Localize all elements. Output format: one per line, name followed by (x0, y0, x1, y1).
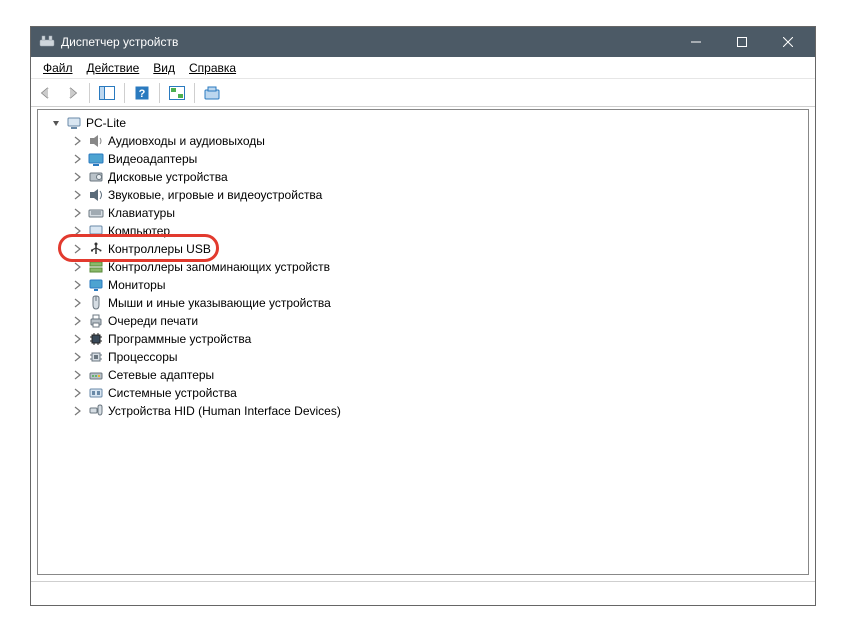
scan-hardware-button[interactable] (166, 82, 188, 104)
expand-icon[interactable] (72, 207, 84, 219)
tree-item-label: Процессоры (108, 350, 178, 364)
tree-item-label: Мониторы (108, 278, 165, 292)
tree-item[interactable]: Дисковые устройства (40, 168, 806, 186)
update-driver-button[interactable] (201, 82, 223, 104)
tree-item-label: Очереди печати (108, 314, 198, 328)
expand-icon[interactable] (72, 405, 84, 417)
mouse-icon (88, 295, 104, 311)
audio-icon (88, 133, 104, 149)
toolbar-separator (89, 83, 90, 103)
help-button[interactable]: ? (131, 82, 153, 104)
storage-icon (88, 259, 104, 275)
menu-view[interactable]: Вид (147, 59, 181, 77)
close-button[interactable] (765, 27, 811, 57)
tree-item[interactable]: Программные устройства (40, 330, 806, 348)
tree-item-label: Сетевые адаптеры (108, 368, 214, 382)
toolbar: ? (31, 79, 815, 107)
tree-item-label: Системные устройства (108, 386, 237, 400)
expand-icon[interactable] (72, 171, 84, 183)
tree-item[interactable]: Очереди печати (40, 312, 806, 330)
menu-action-label: Действие (87, 61, 140, 75)
toolbar-separator (124, 83, 125, 103)
cpu-icon (88, 349, 104, 365)
network-icon (88, 367, 104, 383)
tree-item[interactable]: Контроллеры запоминающих устройств (40, 258, 806, 276)
statusbar (31, 581, 815, 605)
expand-icon[interactable] (72, 261, 84, 273)
expand-icon[interactable] (72, 333, 84, 345)
expand-icon[interactable] (72, 189, 84, 201)
computer-icon (88, 223, 104, 239)
svg-text:?: ? (139, 88, 146, 100)
tree-item-label: Видеоадаптеры (108, 152, 197, 166)
tree-item[interactable]: Клавиатуры (40, 204, 806, 222)
monitor-icon (88, 277, 104, 293)
sound-icon (88, 187, 104, 203)
tree-item-label: Контроллеры запоминающих устройств (108, 260, 330, 274)
keyboard-icon (88, 205, 104, 221)
app-icon (39, 34, 55, 50)
expand-icon[interactable] (72, 297, 84, 309)
collapse-icon[interactable] (50, 117, 62, 129)
menu-action[interactable]: Действие (81, 59, 146, 77)
display-icon (88, 151, 104, 167)
expand-icon[interactable] (72, 315, 84, 327)
chip-icon (88, 331, 104, 347)
menubar: Файл Действие Вид Справка (31, 57, 815, 79)
minimize-button[interactable] (673, 27, 719, 57)
back-button[interactable] (35, 82, 57, 104)
tree-item-label: Компьютер (108, 224, 170, 238)
disk-icon (88, 169, 104, 185)
expand-icon[interactable] (72, 387, 84, 399)
tree-item[interactable]: Мыши и иные указывающие устройства (40, 294, 806, 312)
tree-item-label: Аудиовходы и аудиовыходы (108, 134, 265, 148)
titlebar: Диспетчер устройств (31, 27, 815, 57)
tree-item[interactable]: Звуковые, игровые и видеоустройства (40, 186, 806, 204)
forward-button[interactable] (61, 82, 83, 104)
tree-item-label: Программные устройства (108, 332, 251, 346)
hid-icon (88, 403, 104, 419)
expand-icon[interactable] (72, 351, 84, 363)
expand-icon[interactable] (72, 225, 84, 237)
tree-root-row[interactable]: PC-Lite (40, 114, 806, 132)
tree-item[interactable]: Контроллеры USB (40, 240, 806, 258)
device-tree[interactable]: PC-Lite Аудиовходы и аудиовыходы Видеоада… (37, 109, 809, 575)
show-hide-tree-button[interactable] (96, 82, 118, 104)
usb-icon (88, 241, 104, 257)
tree-item-label: Контроллеры USB (108, 242, 211, 256)
expand-icon[interactable] (72, 243, 84, 255)
computer-icon (66, 115, 82, 131)
tree-item[interactable]: Устройства HID (Human Interface Devices) (40, 402, 806, 420)
tree-item[interactable]: Видеоадаптеры (40, 150, 806, 168)
menu-file-label: Файл (43, 61, 73, 75)
tree-item-label: Клавиатуры (108, 206, 175, 220)
device-manager-window: Диспетчер устройств Файл Действие Вид Сп… (30, 26, 816, 606)
tree-item[interactable]: Аудиовходы и аудиовыходы (40, 132, 806, 150)
expand-icon[interactable] (72, 279, 84, 291)
window-title: Диспетчер устройств (61, 35, 673, 49)
tree-item[interactable]: Компьютер (40, 222, 806, 240)
tree-item-label: Звуковые, игровые и видеоустройства (108, 188, 322, 202)
toolbar-separator (194, 83, 195, 103)
tree-item[interactable]: Мониторы (40, 276, 806, 294)
expand-icon[interactable] (72, 135, 84, 147)
maximize-button[interactable] (719, 27, 765, 57)
menu-file[interactable]: Файл (37, 59, 79, 77)
expand-icon[interactable] (72, 153, 84, 165)
system-icon (88, 385, 104, 401)
toolbar-separator (159, 83, 160, 103)
menu-help-label: Справка (189, 61, 236, 75)
tree-item-label: Дисковые устройства (108, 170, 228, 184)
printer-icon (88, 313, 104, 329)
tree-item[interactable]: Системные устройства (40, 384, 806, 402)
expand-icon[interactable] (72, 369, 84, 381)
tree-item[interactable]: Процессоры (40, 348, 806, 366)
tree-item-label: Устройства HID (Human Interface Devices) (108, 404, 341, 418)
tree-root-label: PC-Lite (86, 116, 126, 130)
tree-item[interactable]: Сетевые адаптеры (40, 366, 806, 384)
window-controls (673, 27, 811, 57)
menu-help[interactable]: Справка (183, 59, 242, 77)
menu-view-label: Вид (153, 61, 175, 75)
tree-item-label: Мыши и иные указывающие устройства (108, 296, 331, 310)
